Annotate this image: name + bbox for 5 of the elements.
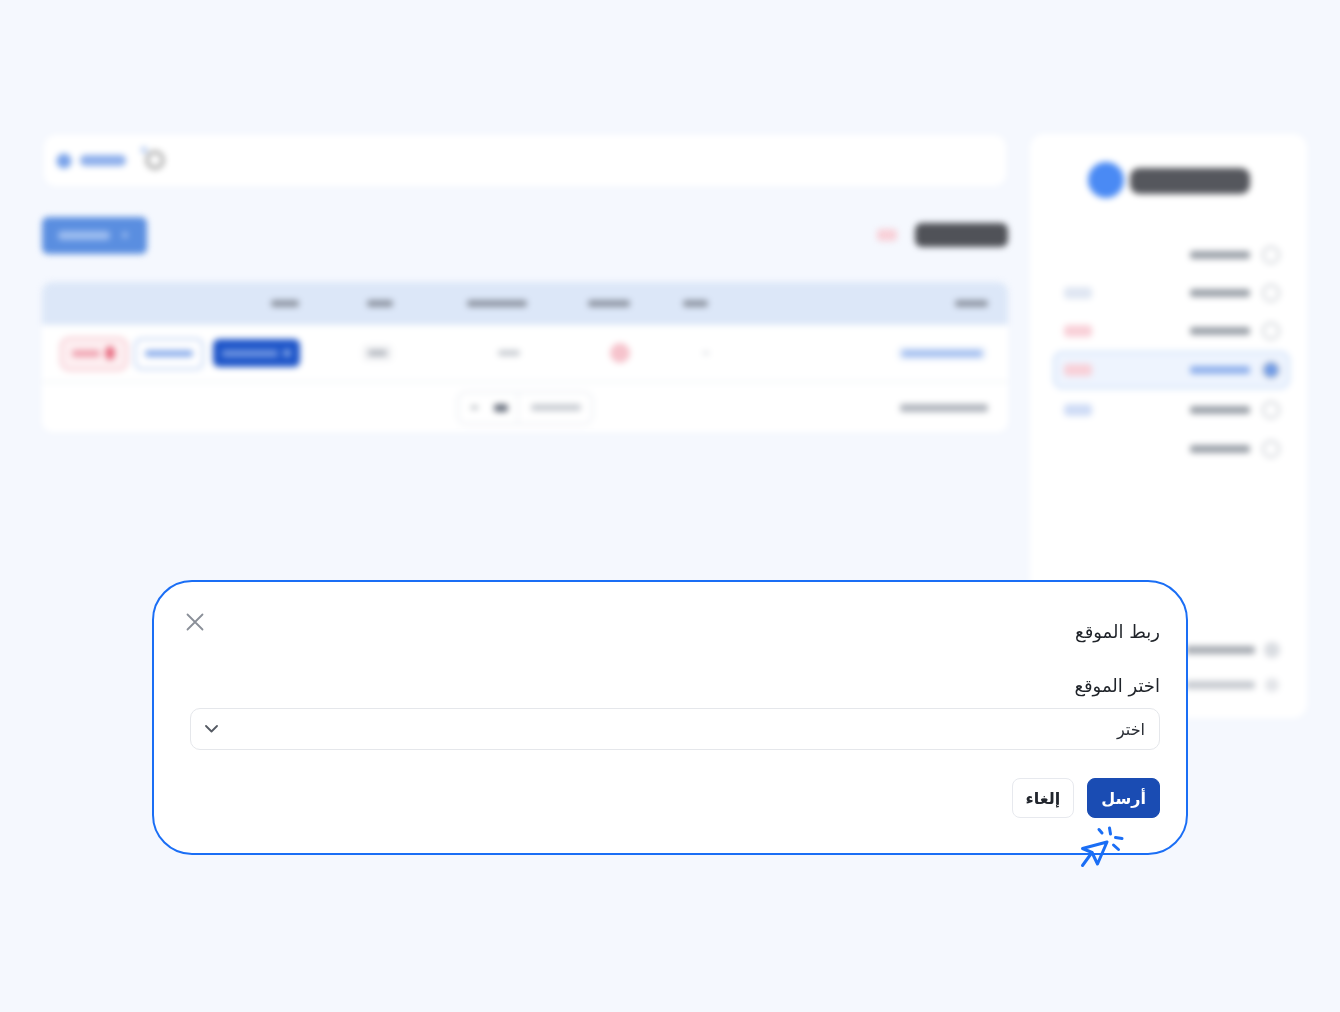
- chevron-down-icon: [205, 725, 218, 733]
- site-select-field[interactable]: اختر: [190, 708, 1160, 750]
- submit-button[interactable]: أرسل: [1087, 778, 1160, 818]
- field-label: اختر الموقع: [1074, 674, 1160, 698]
- cancel-button[interactable]: إلغاء: [1011, 778, 1075, 818]
